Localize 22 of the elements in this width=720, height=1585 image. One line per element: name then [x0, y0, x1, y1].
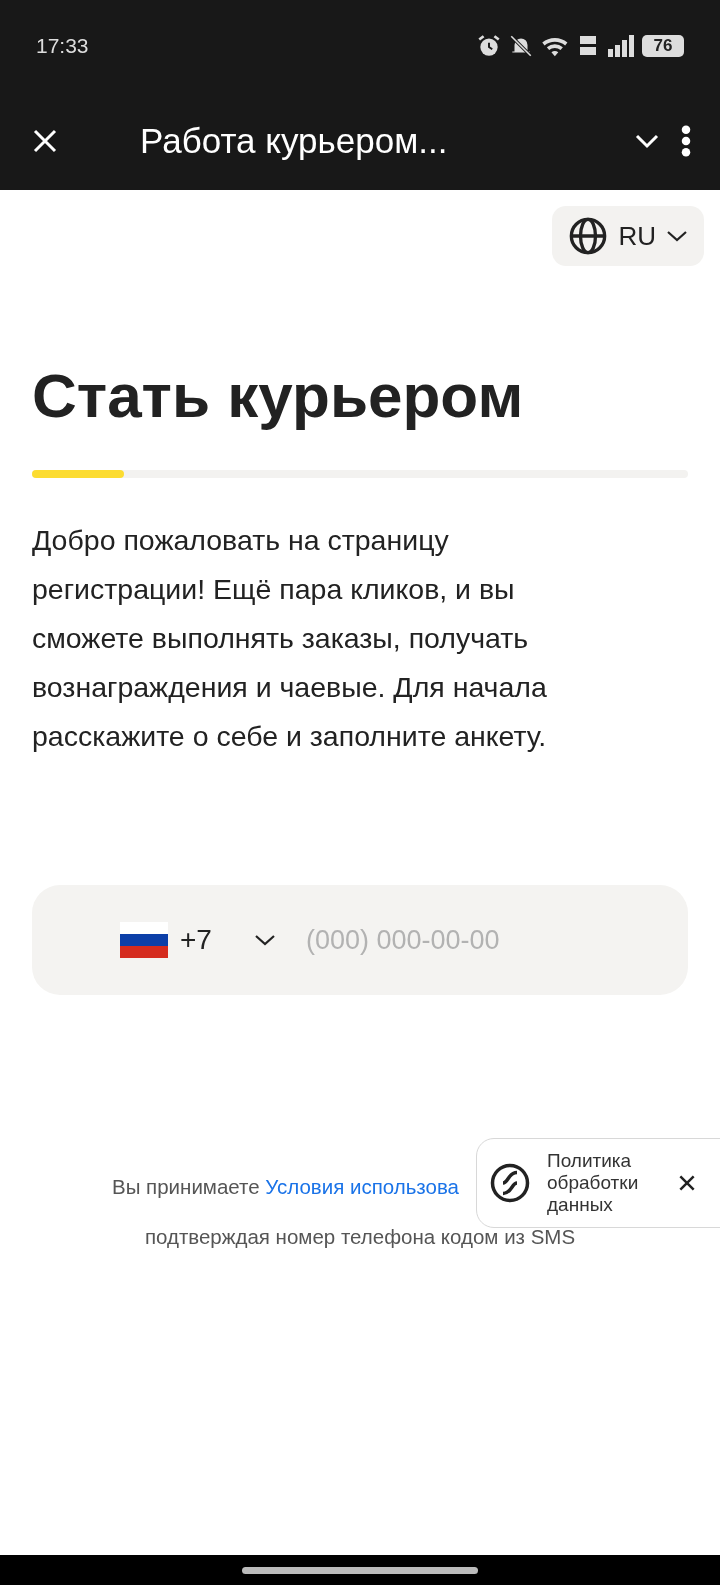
policy-logo-icon: [489, 1162, 531, 1204]
language-button[interactable]: RU: [552, 206, 704, 266]
clock: 17:33: [36, 34, 89, 58]
home-indicator[interactable]: [242, 1566, 478, 1574]
intro-text: Добро пожаловать на страницу регистрации! Ещё пара кликов, и вы сможете выполнять заказы, получать вознаграждения и чаевые. Для начала расскажите о себе и заполните анкету.: [32, 523, 548, 754]
terms-link[interactable]: Условия использова: [265, 1175, 459, 1198]
country-code-selector[interactable]: +7: [120, 922, 276, 958]
chevron-down-icon: [666, 229, 688, 243]
heading: Стать курьером: [32, 360, 525, 432]
page-title: Работа курьером...: [140, 121, 449, 161]
close-icon: [677, 1173, 697, 1193]
muted-bell-icon: [508, 33, 534, 59]
phone-field[interactable]: +7 (000) 000-00-00: [32, 885, 688, 995]
policy-link[interactable]: Политика обработки данных: [547, 1150, 657, 1216]
battery-icon: 76: [642, 35, 684, 57]
chevron-down-icon: [253, 933, 276, 947]
alarm-icon: [476, 33, 502, 59]
russia-flag-icon: [120, 922, 168, 958]
terms-text: подтверждая номер телефона кодом из SMS: [143, 1225, 577, 1249]
menu-icon: [680, 124, 692, 158]
globe-icon: [568, 216, 609, 256]
signal-icon: [606, 33, 636, 59]
